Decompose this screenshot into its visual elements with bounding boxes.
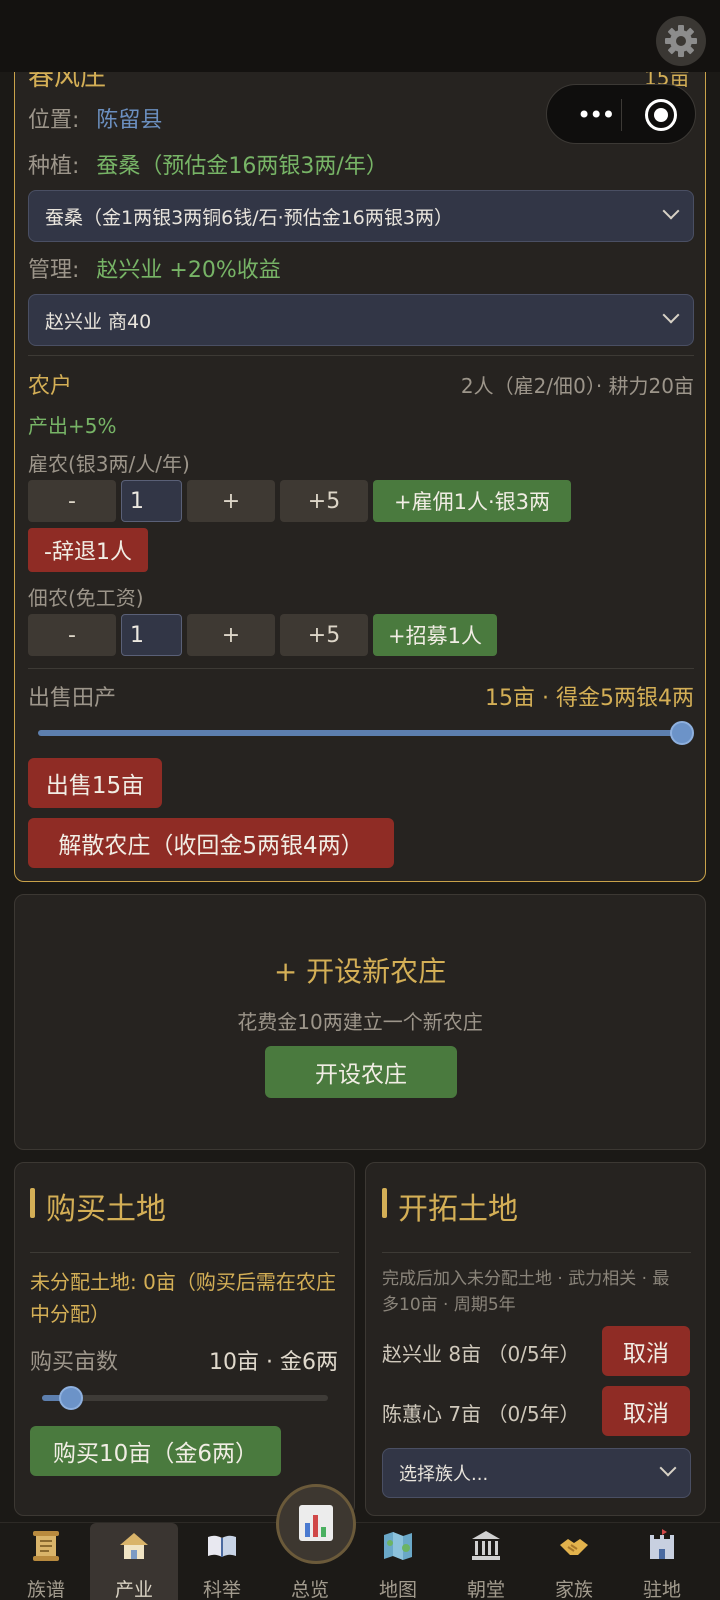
divider xyxy=(382,1252,691,1253)
chevron-down-icon xyxy=(659,1459,677,1477)
title-accent-bar xyxy=(30,1188,35,1218)
open-farm-button[interactable]: 开设农庄 xyxy=(265,1046,457,1098)
castle-icon xyxy=(650,1529,674,1559)
output-bonus: 产出+5% xyxy=(28,414,117,438)
close-target-icon[interactable] xyxy=(645,99,677,131)
court-icon xyxy=(472,1531,500,1560)
nav-item-industry[interactable]: 产业 xyxy=(90,1523,178,1600)
hired-plus5-button[interactable]: +5 xyxy=(280,480,368,522)
house-icon xyxy=(120,1533,148,1559)
handshake-icon xyxy=(560,1539,588,1555)
nav-item-court[interactable]: 朝堂 xyxy=(442,1523,530,1600)
tenant-label: 佃农(免工资) xyxy=(28,586,144,610)
reclaim-task-1: 赵兴业 8亩 （0/5年） xyxy=(382,1342,580,1366)
hired-minus-button[interactable]: - xyxy=(28,480,116,522)
scroll-icon xyxy=(33,1531,59,1561)
divider xyxy=(28,668,694,669)
location-row: 位置: 陈留县 xyxy=(28,102,162,134)
divider xyxy=(30,1252,339,1253)
location-label: 位置: xyxy=(28,108,80,133)
miniapp-capsule: ••• xyxy=(546,84,696,144)
nav-label: 家族 xyxy=(554,1579,593,1600)
member-select-placeholder: 选择族人... xyxy=(399,1464,489,1485)
buy-land-button[interactable]: 购买10亩（金6两） xyxy=(30,1426,281,1476)
reclaim-land-title: 开拓土地 xyxy=(398,1192,518,1227)
more-menu-icon[interactable]: ••• xyxy=(577,103,615,127)
bottom-nav: 族谱 产业 科举 总览 地图 朝堂 家族 驻地 xyxy=(0,1522,720,1600)
buy-land-title: 购买土地 xyxy=(46,1192,166,1227)
buy-slider-handle[interactable] xyxy=(58,1386,83,1410)
nav-label: 族谱 xyxy=(26,1579,65,1600)
sell-label: 出售田产 xyxy=(28,686,117,711)
cancel-task-2-button[interactable]: 取消 xyxy=(602,1386,690,1436)
plant-value: 蚕桑（预估金16两银3两/年） xyxy=(96,154,388,179)
hired-qty-input[interactable]: 1 xyxy=(121,480,182,522)
manager-select[interactable]: 赵兴业 商40 xyxy=(28,294,694,346)
hired-plus-button[interactable]: + xyxy=(187,480,275,522)
nav-item-family[interactable]: 家族 xyxy=(530,1523,618,1600)
nav-label: 科举 xyxy=(202,1579,241,1600)
disband-button[interactable]: 解散农庄（收回金5两银4两） xyxy=(28,818,394,868)
nav-item-base[interactable]: 驻地 xyxy=(618,1523,706,1600)
new-farm-title: + 开设新农庄 xyxy=(273,955,447,988)
capsule-divider xyxy=(621,99,622,131)
chevron-down-icon xyxy=(662,306,680,324)
buy-qty-label: 购买亩数 xyxy=(30,1350,119,1375)
dismiss-button[interactable]: -辞退1人 xyxy=(28,528,148,572)
map-icon xyxy=(384,1532,412,1560)
sell-button[interactable]: 出售15亩 xyxy=(28,758,162,808)
sell-slider-handle[interactable] xyxy=(670,721,694,745)
book-icon xyxy=(208,1535,236,1557)
buy-slider-track[interactable] xyxy=(42,1395,328,1401)
manage-label: 管理: xyxy=(28,258,80,283)
hired-label: 雇农(银3两/人/年) xyxy=(28,452,190,476)
nav-item-map[interactable]: 地图 xyxy=(354,1523,442,1600)
nav-item-genealogy[interactable]: 族谱 xyxy=(2,1523,90,1600)
plant-row: 种植: 蚕桑（预估金16两银3两/年） xyxy=(28,148,388,180)
manage-row: 管理: 赵兴业 +20%收益 xyxy=(28,252,281,284)
new-farm-desc: 花费金10两建立一个新农庄 xyxy=(237,1010,483,1034)
nav-label: 地图 xyxy=(378,1579,417,1600)
tenants-info: 2人（雇2/佃0）· 耕力20亩 xyxy=(460,374,694,398)
divider xyxy=(28,355,694,356)
nav-label: 产业 xyxy=(114,1579,153,1600)
cancel-task-1-button[interactable]: 取消 xyxy=(602,1326,690,1376)
manage-value: 赵兴业 +20%收益 xyxy=(96,258,281,283)
tenants-label: 农户 xyxy=(28,374,73,399)
sell-slider-track[interactable] xyxy=(38,730,682,736)
nav-item-exam[interactable]: 科举 xyxy=(178,1523,266,1600)
hire-button[interactable]: +雇佣1人·银3两 xyxy=(373,480,571,522)
plant-select-value: 蚕桑（金1两银3两铜6钱/石·预估金16两银3两） xyxy=(45,206,453,229)
plant-label: 种植: xyxy=(28,154,80,179)
member-select[interactable]: 选择族人... xyxy=(382,1448,691,1498)
reclaim-desc: 完成后加入未分配土地 · 武力相关 · 最多10亩 · 周期5年 xyxy=(382,1269,670,1315)
recruit-button[interactable]: +招募1人 xyxy=(373,614,497,656)
tenant-qty-input[interactable]: 1 xyxy=(121,614,182,656)
overview-center-button[interactable] xyxy=(276,1484,356,1564)
nav-label: 驻地 xyxy=(642,1579,681,1600)
tenant-plus5-button[interactable]: +5 xyxy=(280,614,368,656)
chevron-down-icon xyxy=(662,202,680,220)
nav-label: 总览 xyxy=(290,1579,329,1600)
nav-label: 朝堂 xyxy=(466,1579,505,1600)
reclaim-task-2: 陈蕙心 7亩 （0/5年） xyxy=(382,1402,580,1426)
manager-select-value: 赵兴业 商40 xyxy=(45,310,152,333)
chart-icon xyxy=(299,1505,333,1541)
unassigned-land: 未分配土地: 0亩（购买后需在农庄中分配） xyxy=(30,1270,336,1326)
title-accent-bar xyxy=(382,1188,387,1218)
plant-select[interactable]: 蚕桑（金1两银3两铜6钱/石·预估金16两银3两） xyxy=(28,190,694,242)
top-bar-overlay xyxy=(0,0,720,72)
tenant-minus-button[interactable]: - xyxy=(28,614,116,656)
buy-qty-value: 10亩 · 金6两 xyxy=(209,1350,338,1375)
tenant-plus-button[interactable]: + xyxy=(187,614,275,656)
settings-gear-icon[interactable] xyxy=(656,16,706,66)
location-value[interactable]: 陈留县 xyxy=(96,108,162,133)
sell-info: 15亩 · 得金5两银4两 xyxy=(485,686,694,711)
